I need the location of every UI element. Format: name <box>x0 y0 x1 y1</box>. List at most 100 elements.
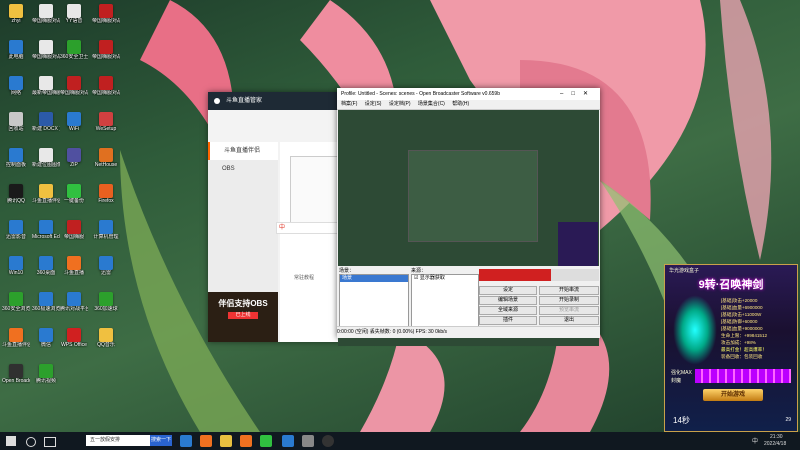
menu-file[interactable]: 档案(F) <box>341 101 357 107</box>
desktop-icon-label: 迅雷 <box>100 270 111 276</box>
menu-profile[interactable]: 设定档(P) <box>389 101 411 107</box>
desktop-icon[interactable]: 腾讯视频 <box>32 364 60 384</box>
banner-title: 伴侣支持OBS <box>218 299 268 308</box>
preview-stream-button[interactable]: 预览串流 <box>539 306 599 315</box>
sources-list[interactable]: ☑ 显示器获取 <box>411 274 479 328</box>
banner-subtitle: 已上线 <box>228 312 258 319</box>
desktop-icon[interactable]: 帝国嗨服对战平台ver5.0W <box>32 40 60 60</box>
app-icon[interactable] <box>302 435 314 447</box>
desktop-icon[interactable]: 斗鱼直播伴侣 <box>2 328 30 348</box>
desktop-icon[interactable]: Win10 <box>2 256 30 276</box>
exit-button[interactable]: 退出 <box>539 316 599 325</box>
audio-meters[interactable] <box>479 269 599 281</box>
settings-button[interactable]: 设定 <box>479 286 537 295</box>
desktop-icon-label: Microsoft Edge <box>32 234 60 240</box>
desktop-icon[interactable]: zhyi <box>2 4 30 24</box>
start-record-button[interactable]: 开始录制 <box>539 296 599 305</box>
start-stream-button[interactable]: 开始串流 <box>539 286 599 295</box>
app-icon <box>9 112 23 126</box>
plugins-button[interactable]: 插件 <box>479 316 537 325</box>
desktop-icon[interactable]: 微信 <box>32 328 60 348</box>
desktop-icon[interactable]: 360加速球 <box>92 292 120 312</box>
clock-time[interactable]: 21:30 <box>770 434 783 440</box>
desktop-icon[interactable]: 帝国嗨服对战平台 <box>92 4 120 24</box>
menu-settings[interactable]: 设定(S) <box>365 101 382 107</box>
desktop-icon[interactable]: 腾讯QQ <box>2 184 30 204</box>
app-icon[interactable] <box>240 435 252 447</box>
source-item[interactable]: ☑ 显示器获取 <box>412 275 478 282</box>
search-circle-icon[interactable] <box>26 437 36 447</box>
desktop-icon[interactable]: 360桌面 <box>32 256 60 276</box>
desktop-icon[interactable]: 迅雷 <box>92 256 120 276</box>
sidebar-item-obs[interactable]: OBS <box>208 160 278 178</box>
desktop-icon[interactable]: 腾讯对战平台 <box>60 292 88 312</box>
app-icon[interactable] <box>282 435 294 447</box>
global-sources-button[interactable]: 全域来源 <box>479 306 537 315</box>
obs-menu-bar: 档案(F) 设定(S) 设定档(P) 场景集合(C) 帮助(H) <box>337 100 600 110</box>
desktop-icon[interactable]: ZIP <box>60 148 88 168</box>
clock-date[interactable]: 2022/4/18 <box>764 441 786 447</box>
start-button[interactable] <box>6 436 16 446</box>
taskbar-search-box[interactable]: 五一放假安排 <box>86 435 150 446</box>
desktop-icon[interactable]: 帝国嗨服 <box>60 220 88 240</box>
edge-icon[interactable] <box>180 435 192 447</box>
desktop-icon-label: 帝国嗨服对战平台 <box>92 18 120 24</box>
desktop-icon[interactable]: 最新帝国嗨服对战平台 <box>32 76 60 96</box>
start-game-button[interactable]: 开始游戏 <box>703 389 763 401</box>
desktop-icon[interactable]: YY语音 <box>60 4 88 24</box>
douyu-manager-window[interactable]: 斗鱼直播管家 斗鱼直播伴侣 OBS 中 常驻教程 伴侣支持OBS 已上线 <box>208 92 342 342</box>
obs-taskbar-icon[interactable] <box>322 435 334 447</box>
ad-title: 9转·召唤神剑 <box>698 279 764 291</box>
desktop-icon[interactable]: 帝国嗨服对战平台ver5.0W <box>92 76 120 96</box>
desktop-icon[interactable]: 新建位图图像 <box>32 148 60 168</box>
menu-scenes[interactable]: 场景集合(C) <box>418 101 445 107</box>
taskview-icon[interactable] <box>44 437 56 447</box>
desktop-icon[interactable]: WiFi <box>60 112 88 132</box>
desktop-icon[interactable]: 控制面板 <box>2 148 30 168</box>
desktop-icon[interactable]: 迅雷影音 <box>2 220 30 240</box>
desktop-icon[interactable]: Open Broadcaster <box>2 364 30 384</box>
sidebar-item-douyu[interactable]: 斗鱼直播伴侣 <box>208 142 278 160</box>
scenes-list[interactable]: 场景 <box>339 274 409 328</box>
input-lang[interactable]: 中 <box>752 436 758 445</box>
app-icon[interactable] <box>200 435 212 447</box>
preview-nested <box>408 150 538 242</box>
desktop-icon-label: 控制面板 <box>5 162 26 168</box>
tutorial-link[interactable]: 常驻教程 <box>294 274 314 281</box>
menu-help[interactable]: 帮助(H) <box>452 101 469 107</box>
scene-item[interactable]: 场景 <box>340 275 408 282</box>
douyu-banner[interactable]: 伴侣支持OBS 已上线 <box>208 292 278 342</box>
obs-window[interactable]: Profile: Untitled - Scenes: scenes - Ope… <box>337 88 600 346</box>
desktop-icon[interactable]: 回收站 <box>2 112 30 132</box>
app-icon[interactable] <box>260 435 272 447</box>
app-icon <box>99 256 113 270</box>
desktop-icon[interactable]: 帝国嗨服对战平台 <box>32 4 60 24</box>
desktop-icon[interactable]: 此电脑 <box>2 40 30 60</box>
app-icon <box>67 292 81 306</box>
taskbar-search-button[interactable]: 搜索一下 <box>150 435 172 446</box>
desktop-icon[interactable]: 斗鱼直播 <box>60 256 88 276</box>
ime-toolbar[interactable]: 中 <box>276 222 340 234</box>
obs-title: Profile: Untitled - Scenes: scenes - Ope… <box>341 91 500 97</box>
desktop-icon[interactable]: 360极速浏览器 <box>32 292 60 312</box>
desktop-icon[interactable]: 计算机管理 <box>92 220 120 240</box>
desktop-icon[interactable]: 一键备份 <box>60 184 88 204</box>
desktop-icon[interactable]: WeSetup <box>92 112 120 132</box>
desktop-icon[interactable]: 360安全卫士 <box>60 40 88 60</box>
desktop-icon[interactable]: 斗鱼直播伴侣 <box>32 184 60 204</box>
desktop-icon[interactable]: NetHouse <box>92 148 120 168</box>
desktop-icon[interactable]: 360安全浏览器 <box>2 292 30 312</box>
desktop-icon[interactable]: 网络 <box>2 76 30 96</box>
window-controls[interactable]: –□✕ <box>560 88 596 100</box>
desktop-icon[interactable]: 新建 DOCX 文档 <box>32 112 60 132</box>
desktop-icon[interactable]: Microsoft Edge <box>32 220 60 240</box>
desktop-icon[interactable]: QQ音乐 <box>92 328 120 348</box>
edit-scene-button[interactable]: 编辑场景 <box>479 296 537 305</box>
desktop-icon[interactable]: 帝国嗨服对战平台 <box>60 76 88 96</box>
desktop-icon[interactable]: Firefox <box>92 184 120 204</box>
desktop-icon[interactable]: 帝国嗨服对战平台ver5.0W <box>92 40 120 60</box>
game-ad-popup[interactable]: 华光游戏盒子 9转·召唤神剑 [基础]攻击+20000 [基础]血量+69000… <box>664 264 798 432</box>
desktop-icon-label: 回收站 <box>8 126 24 132</box>
desktop-icon[interactable]: WPS Office <box>60 328 88 348</box>
folder-icon[interactable] <box>220 435 232 447</box>
